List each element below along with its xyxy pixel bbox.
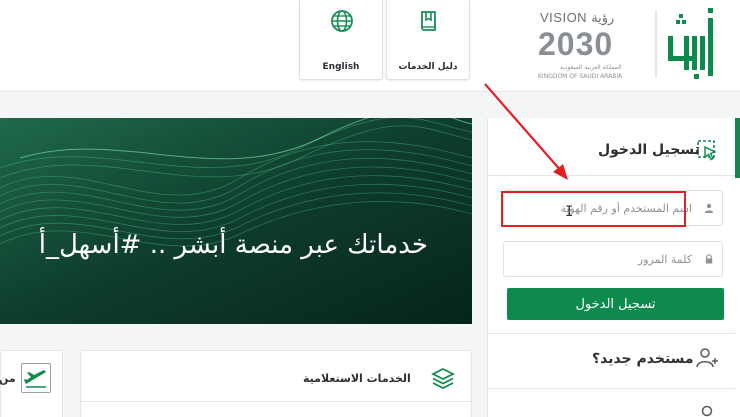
password-input[interactable] [504, 242, 698, 276]
vision-kingdom-ar: المملكة العربية السعودية [560, 64, 622, 71]
header: English دليل الخدمات VISION رؤية 2030 ال… [0, 0, 740, 92]
travel-services-card[interactable]: من [0, 350, 63, 417]
plane-icon-frame [21, 363, 51, 393]
login-accent-bar [735, 118, 740, 178]
password-field[interactable] [503, 241, 723, 277]
banner-headline: خدماتك عبر منصة أبشر .. #أسهل_أ [38, 230, 428, 260]
text-cursor-icon: I [565, 204, 574, 220]
english-language-button[interactable]: English [299, 0, 383, 80]
inquiry-services-title: الخدمات الاستعلامية [303, 372, 411, 385]
username-field[interactable] [503, 190, 723, 226]
globe-icon [331, 10, 353, 32]
services-guide-button[interactable]: دليل الخدمات [386, 0, 470, 80]
user-icon [701, 405, 713, 417]
vision-2030-logo: VISION رؤية 2030 المملكة العربية السعودي… [536, 6, 648, 82]
add-user-icon [696, 348, 718, 368]
english-label: English [322, 62, 360, 72]
vision-title: VISION رؤية [540, 10, 615, 25]
user-icon [704, 203, 714, 213]
new-user-link[interactable]: مستخدم جديد؟ [592, 351, 694, 367]
panel-separator [488, 388, 735, 389]
hero-banner: خدماتك عبر منصة أبشر .. #أسهل_أ [0, 118, 472, 324]
login-submit-button[interactable]: تسجيل الدخول [507, 288, 724, 320]
book-icon [421, 11, 436, 31]
layers-icon [431, 368, 455, 389]
login-title: تسجيل الدخول [598, 142, 700, 158]
vision-kingdom-en: KINGDOM OF SAUDI ARABIA [538, 73, 623, 80]
travel-services-title: من [0, 372, 16, 385]
absher-logo [655, 8, 713, 79]
inquiry-services-card[interactable]: الخدمات الاستعلامية [80, 350, 473, 417]
card-divider [81, 401, 473, 402]
login-divider [488, 175, 735, 176]
lock-icon [705, 254, 713, 264]
username-input[interactable] [504, 191, 698, 225]
banner-wave-graphic [0, 118, 472, 324]
plane-icon [24, 370, 46, 388]
page: English دليل الخدمات VISION رؤية 2030 ال… [0, 0, 740, 417]
services-guide-label: دليل الخدمات [398, 62, 458, 72]
panel-separator [488, 333, 735, 334]
vision-year: 2030 [538, 26, 614, 62]
